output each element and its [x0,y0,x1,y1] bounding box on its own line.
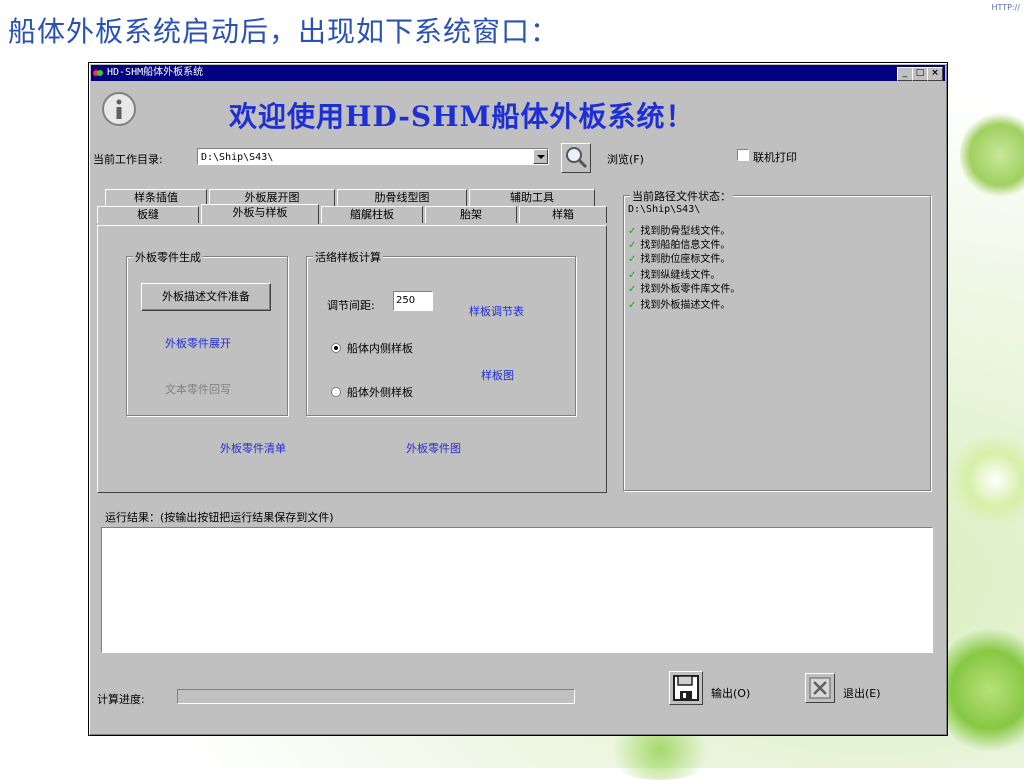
tab-plate-seam[interactable]: 板缝 [97,206,199,223]
tab-auxiliary-tools[interactable]: 辅助工具 [469,189,595,206]
text-parts-writeback-disabled: 文本零件回写 [165,383,231,396]
shell-parts-list-link[interactable]: 外板零件清单 [220,440,286,456]
check-icon: ✓ [628,300,637,311]
progress-label: 计算进度: [97,693,145,706]
title-bar[interactable]: HD-SHM船体外板系统 _ □ × [91,65,945,81]
group-title: 外板零件生成 [133,249,203,265]
file-status-group: 当前路径文件状态： D:\Ship\S43\ ✓ 找到肋骨型线文件。 ✓ 找到船舶信… [623,188,931,491]
slide-title: 船体外板系统启动后，出现如下系统窗口： [8,15,560,48]
spacing-input[interactable]: 250 [393,291,433,311]
online-print-label[interactable]: 联机打印 [753,149,797,165]
background-flower-decoration [960,110,1024,200]
tab-jig[interactable]: 胎架 [425,206,517,223]
close-button[interactable]: × [927,67,943,81]
shell-parts-drawing-link[interactable]: 外板零件图 [406,440,461,456]
browse-button[interactable] [561,143,591,173]
maximize-button[interactable]: □ [912,67,928,81]
status-item: ✓ 找到纵缝线文件。 [628,266,720,281]
app-icon [93,70,103,76]
tab-shell-and-template[interactable]: 外板与样板 [201,204,319,224]
progress-bar [177,689,575,704]
check-icon: ✓ [628,254,637,265]
status-item-text: 找到肋位座标文件。 [640,254,731,265]
exit-button[interactable] [805,673,835,703]
magnifier-icon [566,147,588,169]
result-textarea[interactable] [101,527,933,653]
workdir-combo[interactable]: D:\Ship\S43\ [197,148,549,165]
status-item: ✓ 找到外板零件库文件。 [628,280,740,295]
status-item: ✓ 找到船舶信息文件。 [628,236,730,251]
info-icon [102,92,136,126]
online-print-checkbox[interactable] [737,149,749,161]
shell-parts-unfold-link[interactable]: 外板零件展开 [165,335,231,351]
radio-hull-outer-template[interactable] [331,387,341,397]
status-item-text: 找到外板零件库文件。 [640,284,741,295]
output-label[interactable]: 输出(O) [711,685,750,701]
window-title: HD-SHM船体外板系统 [107,67,204,78]
shell-parts-group: 外板零件生成 外板描述文件准备 外板零件展开 文本零件回写 [126,249,288,416]
background-flower-decoration [940,620,1024,760]
tab-control: 样条插值 外板展开图 肋骨线型图 辅助工具 板缝 外板与样板 艏艉柱板 胎架 样… [97,189,607,493]
close-x-icon [809,677,831,699]
welcome-banner: 欢迎使用HD-SHM船体外板系统！ [229,100,695,133]
flexible-template-group: 活络样板计算 调节间距: 250 样板调节表 船体内侧样板 样板图 船体外侧样板 [306,249,576,416]
status-item: ✓ 找到肋骨型线文件。 [628,222,730,237]
chevron-down-icon[interactable] [533,149,548,164]
radio-hull-inner-template[interactable] [331,343,341,353]
background-flower-decoration [950,430,1024,530]
check-icon: ✓ [628,284,637,295]
floppy-disk-icon [673,675,699,701]
radio-outer-label[interactable]: 船体外侧样板 [347,384,413,400]
group-title: 当前路径文件状态： [630,188,733,204]
tab-template-box[interactable]: 样箱 [519,206,607,223]
tab-panel-shell-and-template: 外板零件生成 外板描述文件准备 外板零件展开 文本零件回写 活络样板计算 调节间… [97,225,607,493]
template-chart-link[interactable]: 样板图 [481,367,514,383]
status-item-text: 找到外板描述文件。 [640,300,731,311]
tab-spline-interpolation[interactable]: 样条插值 [105,189,207,206]
spacing-label: 调节间距: [327,299,375,312]
browse-label[interactable]: 浏览(F) [607,151,644,167]
result-label: 运行结果：(按输出按钮把运行结果保存到文件) [105,511,334,524]
status-item: ✓ 找到肋位座标文件。 [628,250,730,265]
minimize-button[interactable]: _ [897,67,913,81]
tab-stem-stern-plate[interactable]: 艏艉柱板 [321,206,423,223]
template-adjust-table-link[interactable]: 样板调节表 [469,303,524,319]
workdir-label: 当前工作目录: [93,153,163,166]
workdir-value: D:\Ship\S43\ [201,152,274,163]
prepare-shell-description-button[interactable]: 外板描述文件准备 [141,283,271,311]
app-window: HD-SHM船体外板系统 _ □ × 欢迎使用HD-SHM船体外板系统！ 当前工… [88,62,948,736]
tab-frame-line-drawing[interactable]: 肋骨线型图 [337,189,467,206]
status-path: D:\Ship\S43\ [628,204,701,215]
group-title: 活络样板计算 [313,249,383,265]
corner-watermark: HTTP:// [991,3,1020,12]
radio-inner-label[interactable]: 船体内侧样板 [347,340,413,356]
output-button[interactable] [669,671,703,705]
status-item: ✓ 找到外板描述文件。 [628,296,730,311]
exit-label[interactable]: 退出(E) [843,685,881,701]
